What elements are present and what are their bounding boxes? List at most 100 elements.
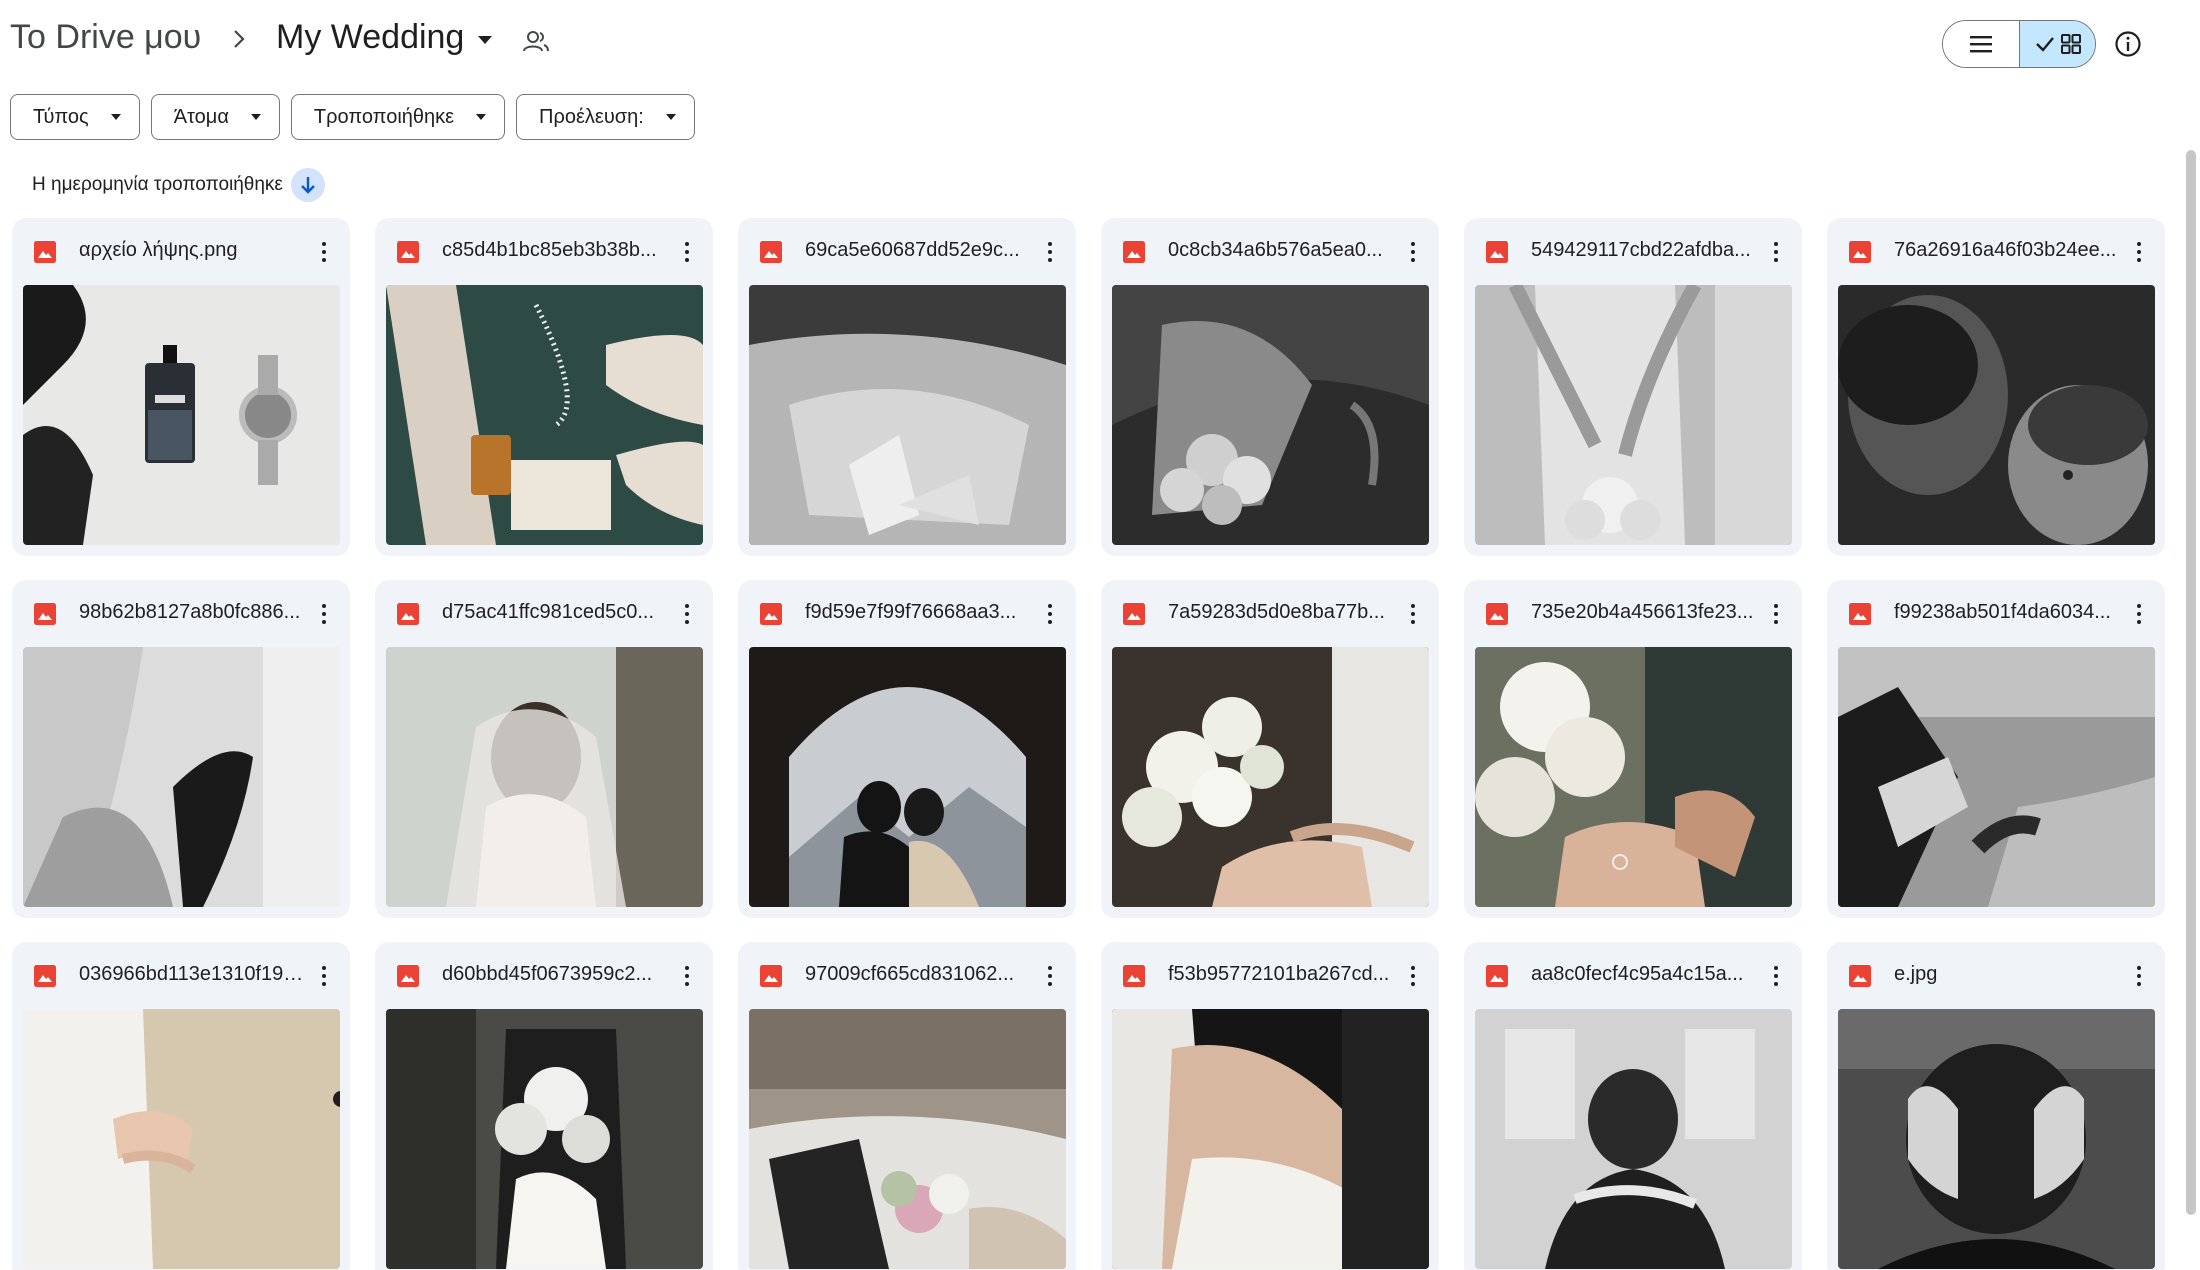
- file-card[interactable]: 0c8cb34a6b576a5ea0...: [1101, 218, 1439, 556]
- image-file-icon: [1123, 241, 1145, 263]
- file-card[interactable]: f53b95772101ba267cd...: [1101, 942, 1439, 1270]
- file-card-header: d60bbd45f0673959c2...: [375, 942, 713, 1008]
- file-name: 69ca5e60687dd52e9c...: [805, 239, 1020, 261]
- more-vert-icon[interactable]: [675, 960, 699, 992]
- thumbnail-image: [1475, 647, 1792, 907]
- file-card[interactable]: 036966bd113e1310f191...: [12, 942, 350, 1270]
- more-vert-icon[interactable]: [1038, 960, 1062, 992]
- file-card-header: aa8c0fecf4c95a4c15a...: [1464, 942, 1802, 1008]
- thumbnail-image: [386, 1009, 703, 1269]
- file-card[interactable]: f9d59e7f99f76668aa3...: [738, 580, 1076, 918]
- file-card[interactable]: αρχείο λήψης.png: [12, 218, 350, 556]
- file-name: 97009cf665cd831062...: [805, 963, 1015, 985]
- more-vert-icon[interactable]: [675, 598, 699, 630]
- file-thumbnail[interactable]: [1838, 285, 2155, 545]
- file-thumbnail[interactable]: [23, 285, 340, 545]
- file-card[interactable]: aa8c0fecf4c95a4c15a...: [1464, 942, 1802, 1270]
- file-thumbnail[interactable]: [749, 1009, 1066, 1269]
- more-vert-icon[interactable]: [675, 236, 699, 268]
- file-card-header: e.jpg: [1827, 942, 2165, 1008]
- file-card-header: 69ca5e60687dd52e9c...: [738, 218, 1076, 284]
- file-name: d75ac41ffc981ced5c0...: [442, 601, 655, 623]
- thumbnail-image: [386, 285, 703, 545]
- more-vert-icon[interactable]: [312, 598, 336, 630]
- file-card-header: 76a26916a46f03b24ee...: [1827, 218, 2165, 284]
- thumbnail-image: [1112, 1009, 1429, 1269]
- sort-label[interactable]: Η ημερομηνία τροποποιήθηκε: [32, 174, 283, 196]
- shared-people-icon[interactable]: [522, 30, 550, 54]
- file-card[interactable]: 98b62b8127a8b0fc886...: [12, 580, 350, 918]
- file-card-header: f99238ab501f4da6034...: [1827, 580, 2165, 646]
- more-vert-icon[interactable]: [312, 236, 336, 268]
- filter-people[interactable]: Άτομα: [150, 94, 280, 140]
- chevron-right-icon: [234, 30, 245, 48]
- more-vert-icon[interactable]: [1401, 960, 1425, 992]
- filter-source[interactable]: Προέλευση:: [516, 94, 695, 140]
- thumbnail-image: [1838, 647, 2155, 907]
- file-card-header: 0c8cb34a6b576a5ea0...: [1101, 218, 1439, 284]
- file-thumbnail[interactable]: [23, 647, 340, 907]
- image-file-icon: [1849, 603, 1871, 625]
- file-card[interactable]: 76a26916a46f03b24ee...: [1827, 218, 2165, 556]
- view-toggle: [1942, 20, 2096, 68]
- filter-type-label: Τύπος: [33, 105, 89, 128]
- file-thumbnail[interactable]: [1112, 1009, 1429, 1269]
- info-icon[interactable]: [2114, 30, 2142, 58]
- file-name: 7a59283d5d0e8ba77b...: [1168, 601, 1385, 623]
- filter-modified-label: Τροποποιήθηκε: [313, 105, 455, 128]
- more-vert-icon[interactable]: [2127, 598, 2151, 630]
- file-name: 98b62b8127a8b0fc886...: [79, 601, 301, 623]
- file-thumbnail[interactable]: [386, 285, 703, 545]
- file-name: 76a26916a46f03b24ee...: [1894, 239, 2117, 261]
- file-card[interactable]: f99238ab501f4da6034...: [1827, 580, 2165, 918]
- image-file-icon: [760, 241, 782, 263]
- more-vert-icon[interactable]: [1401, 598, 1425, 630]
- file-card[interactable]: 7a59283d5d0e8ba77b...: [1101, 580, 1439, 918]
- breadcrumb-root[interactable]: Το Drive μου: [10, 18, 201, 57]
- file-thumbnail[interactable]: [749, 647, 1066, 907]
- file-card[interactable]: d60bbd45f0673959c2...: [375, 942, 713, 1270]
- grid-view-button[interactable]: [2019, 21, 2095, 67]
- file-thumbnail[interactable]: [1475, 285, 1792, 545]
- more-vert-icon[interactable]: [312, 960, 336, 992]
- file-card[interactable]: e.jpg: [1827, 942, 2165, 1270]
- file-thumbnail[interactable]: [1475, 647, 1792, 907]
- image-file-icon: [1123, 603, 1145, 625]
- file-thumbnail[interactable]: [1112, 285, 1429, 545]
- file-thumbnail[interactable]: [386, 647, 703, 907]
- filter-modified[interactable]: Τροποποιήθηκε: [290, 94, 506, 140]
- more-vert-icon[interactable]: [1764, 236, 1788, 268]
- more-vert-icon[interactable]: [2127, 236, 2151, 268]
- file-thumbnail[interactable]: [386, 1009, 703, 1269]
- image-file-icon: [1486, 603, 1508, 625]
- filter-type[interactable]: Τύπος: [10, 94, 140, 140]
- file-thumbnail[interactable]: [749, 285, 1066, 545]
- filter-chips: Τύπος Άτομα Τροποποιήθηκε Προέλευση:: [10, 94, 695, 140]
- thumbnail-image: [1475, 285, 1792, 545]
- breadcrumb-current-folder[interactable]: My Wedding: [276, 18, 493, 57]
- file-thumbnail[interactable]: [1112, 647, 1429, 907]
- file-card[interactable]: 549429117cbd22afdba...: [1464, 218, 1802, 556]
- file-thumbnail[interactable]: [1475, 1009, 1792, 1269]
- more-vert-icon[interactable]: [1764, 598, 1788, 630]
- file-card-header: 735e20b4a456613fe23...: [1464, 580, 1802, 646]
- file-card[interactable]: 735e20b4a456613fe23...: [1464, 580, 1802, 918]
- file-name: 0c8cb34a6b576a5ea0...: [1168, 239, 1383, 261]
- more-vert-icon[interactable]: [1764, 960, 1788, 992]
- file-card[interactable]: 69ca5e60687dd52e9c...: [738, 218, 1076, 556]
- file-thumbnail[interactable]: [1838, 647, 2155, 907]
- file-card[interactable]: c85d4b1bc85eb3b38b...: [375, 218, 713, 556]
- list-view-button[interactable]: [1943, 21, 2019, 67]
- more-vert-icon[interactable]: [1401, 236, 1425, 268]
- more-vert-icon[interactable]: [1038, 236, 1062, 268]
- caret-down-icon: [665, 114, 676, 120]
- file-thumbnail[interactable]: [1838, 1009, 2155, 1269]
- file-name: f9d59e7f99f76668aa3...: [805, 601, 1017, 623]
- file-card[interactable]: 97009cf665cd831062...: [738, 942, 1076, 1270]
- file-card[interactable]: d75ac41ffc981ced5c0...: [375, 580, 713, 918]
- more-vert-icon[interactable]: [2127, 960, 2151, 992]
- vertical-scrollbar[interactable]: [2186, 150, 2196, 1215]
- more-vert-icon[interactable]: [1038, 598, 1062, 630]
- file-thumbnail[interactable]: [23, 1009, 340, 1269]
- sort-direction-button[interactable]: [290, 168, 325, 202]
